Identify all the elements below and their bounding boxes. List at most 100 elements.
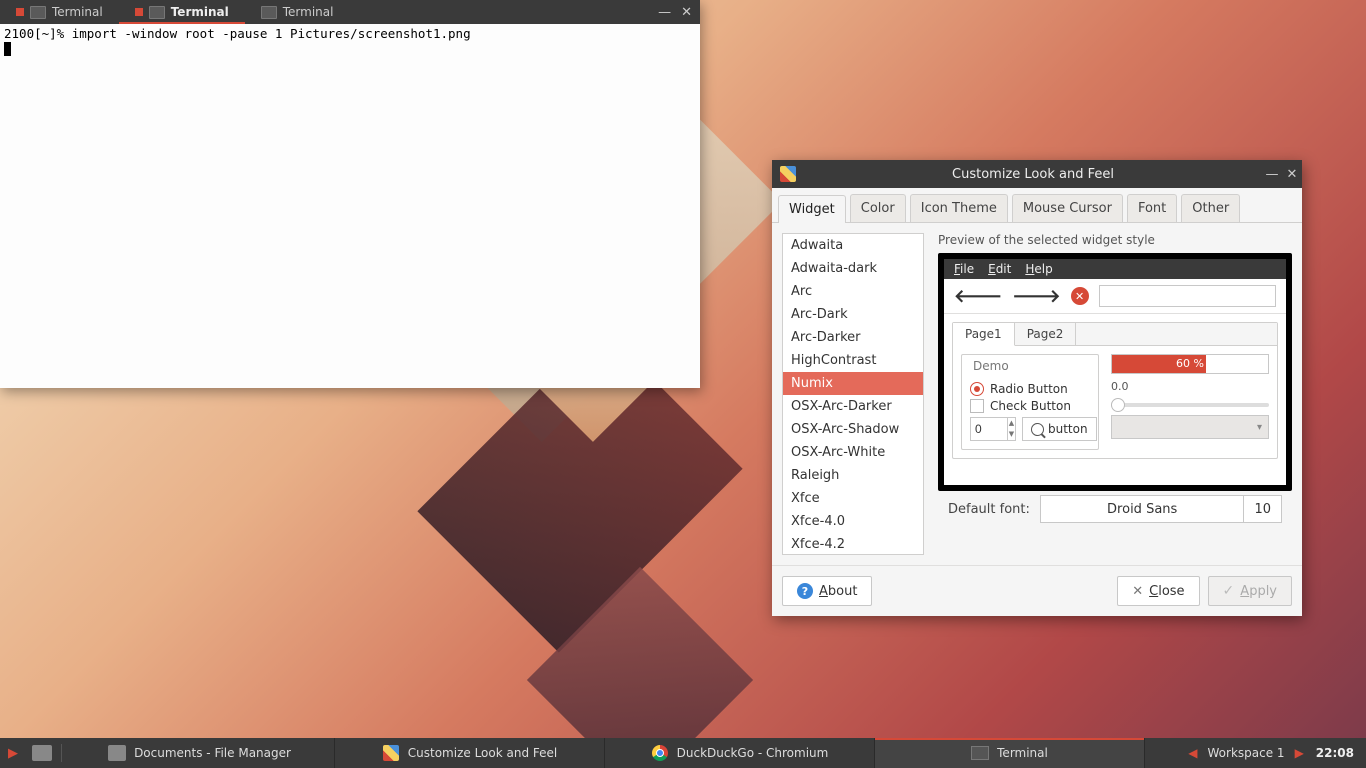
- theme-item[interactable]: OSX-Arc-Shadow: [783, 418, 923, 441]
- menu-file[interactable]: File: [954, 262, 974, 276]
- lx-tab-icon-theme[interactable]: Icon Theme: [910, 194, 1008, 222]
- menu-help[interactable]: Help: [1025, 262, 1052, 276]
- slider-thumb-icon[interactable]: [1111, 398, 1125, 412]
- taskbar-task[interactable]: Customize Look and Feel: [335, 738, 605, 768]
- terminal-window: Terminal Terminal Terminal — ✕ 2100[~]% …: [0, 0, 700, 388]
- terminal-tab[interactable]: Terminal: [0, 0, 119, 24]
- cursor-icon: [4, 42, 11, 56]
- taskbar-task[interactable]: Documents - File Manager: [65, 738, 335, 768]
- lx-tab-font[interactable]: Font: [1127, 194, 1177, 222]
- lxappearance-icon: [382, 744, 400, 762]
- theme-item[interactable]: Xfce-4.0: [783, 510, 923, 533]
- theme-item[interactable]: Arc: [783, 280, 923, 303]
- check-label: Check Button: [990, 399, 1071, 413]
- clock[interactable]: 22:08: [1304, 746, 1366, 760]
- notebook-tab[interactable]: Page1: [953, 323, 1015, 346]
- about-button[interactable]: ? About: [782, 576, 872, 606]
- minimize-button[interactable]: —: [658, 5, 671, 20]
- theme-list[interactable]: AdwaitaAdwaita-darkArcArc-DarkArc-Darker…: [782, 233, 924, 555]
- font-chooser-button[interactable]: Droid Sans 10: [1040, 495, 1282, 523]
- file-manager-launcher-icon[interactable]: [32, 745, 52, 761]
- menu-edit[interactable]: Edit: [988, 262, 1011, 276]
- task-label: Terminal: [997, 746, 1048, 760]
- font-name: Droid Sans: [1041, 502, 1244, 517]
- scale-slider[interactable]: [1111, 403, 1269, 407]
- terminal-body[interactable]: 2100[~]% import -window root -pause 1 Pi…: [0, 24, 700, 388]
- window-title: Customize Look and Feel: [804, 167, 1262, 182]
- lx-tab-widget[interactable]: Widget: [778, 195, 846, 223]
- radio-label: Radio Button: [990, 382, 1068, 396]
- tab-label: Terminal: [283, 5, 334, 19]
- close-button[interactable]: ✕: [681, 5, 692, 20]
- apply-button: ✓ Apply: [1208, 576, 1292, 606]
- theme-item[interactable]: Adwaita-dark: [783, 257, 923, 280]
- preview-menubar: File Edit Help: [944, 259, 1286, 279]
- forward-icon[interactable]: 🡒: [1012, 286, 1060, 307]
- demo-frame: Demo Radio Button Check Button: [961, 354, 1099, 450]
- spin-up-icon[interactable]: ▲: [1008, 418, 1015, 429]
- stop-icon[interactable]: ✕: [1071, 287, 1089, 305]
- theme-item[interactable]: OSX-Arc-Darker: [783, 395, 923, 418]
- lx-tab-other[interactable]: Other: [1181, 194, 1240, 222]
- close-button[interactable]: ✕: [1282, 167, 1302, 182]
- theme-item[interactable]: Arc-Dark: [783, 303, 923, 326]
- preview-notebook: Page1 Page2 Demo Radio Button: [952, 322, 1278, 459]
- taskbar: ▶ Documents - File Manager Customize Look…: [0, 738, 1366, 768]
- taskbar-task[interactable]: DuckDuckGo - Chromium: [605, 738, 875, 768]
- lx-titlebar[interactable]: Customize Look and Feel — ✕: [772, 160, 1302, 188]
- workspace-prev-icon[interactable]: ◀: [1188, 746, 1197, 760]
- theme-item[interactable]: Arc-Darker: [783, 326, 923, 349]
- theme-item[interactable]: Numix: [783, 372, 923, 395]
- demo-button[interactable]: button: [1022, 417, 1097, 441]
- address-input[interactable]: [1099, 285, 1276, 307]
- spin-down-icon[interactable]: ▼: [1008, 429, 1015, 440]
- help-icon: ?: [797, 583, 813, 599]
- theme-item[interactable]: Raleigh: [783, 464, 923, 487]
- search-icon: [1031, 423, 1044, 436]
- close-label: Close: [1149, 584, 1184, 599]
- theme-item[interactable]: Adwaita: [783, 234, 923, 257]
- close-button[interactable]: ✕ Close: [1117, 576, 1199, 606]
- close-icon: ✕: [1132, 584, 1143, 599]
- lx-tab-color[interactable]: Color: [850, 194, 906, 222]
- about-label: About: [819, 584, 857, 599]
- radio-icon: [970, 382, 984, 396]
- workspace-label: Workspace 1: [1208, 746, 1285, 760]
- terminal-icon: [261, 6, 277, 19]
- terminal-tab-active[interactable]: Terminal: [119, 0, 245, 24]
- lx-tabbar: WidgetColorIcon ThemeMouse CursorFontOth…: [772, 188, 1302, 223]
- theme-item[interactable]: Xfce: [783, 487, 923, 510]
- combo-box[interactable]: ▾: [1111, 415, 1269, 439]
- lxappearance-window: Customize Look and Feel — ✕ WidgetColorI…: [772, 160, 1302, 616]
- back-icon[interactable]: 🡐: [954, 286, 1002, 307]
- radio-button[interactable]: Radio Button: [970, 382, 1090, 396]
- terminal-icon: [149, 6, 165, 19]
- terminal-tab[interactable]: Terminal: [245, 0, 350, 24]
- progress-bar: 60 %: [1111, 354, 1269, 374]
- chromium-icon: [651, 744, 669, 762]
- scale-value: 0.0: [1111, 380, 1269, 393]
- lx-footer: ? About ✕ Close ✓ Apply: [772, 565, 1302, 616]
- check-button[interactable]: Check Button: [970, 399, 1090, 413]
- lx-tab-mouse-cursor[interactable]: Mouse Cursor: [1012, 194, 1123, 222]
- theme-item[interactable]: HighContrast: [783, 349, 923, 372]
- taskbar-task[interactable]: Terminal: [875, 738, 1145, 768]
- terminal-titlebar[interactable]: Terminal Terminal Terminal — ✕: [0, 0, 700, 24]
- lxappearance-icon: [780, 166, 796, 182]
- folder-icon: [108, 744, 126, 762]
- preview-box: File Edit Help 🡐 🡒 ✕ Page1 Page2: [938, 253, 1292, 491]
- task-label: Customize Look and Feel: [408, 746, 557, 760]
- launcher-button[interactable]: ▶: [0, 738, 26, 768]
- notebook-tab[interactable]: Page2: [1015, 323, 1077, 345]
- font-size: 10: [1243, 496, 1281, 522]
- tab-label: Terminal: [52, 5, 103, 19]
- tab-marker-icon: [135, 8, 143, 16]
- demo-frame-label: Demo: [970, 359, 1012, 373]
- minimize-button[interactable]: —: [1262, 167, 1282, 182]
- theme-item[interactable]: OSX-Arc-White: [783, 441, 923, 464]
- theme-item[interactable]: Xfce-4.2: [783, 533, 923, 555]
- spin-button[interactable]: ▲ ▼: [970, 417, 1016, 441]
- workspace-next-icon[interactable]: ▶: [1295, 746, 1304, 760]
- spin-input[interactable]: [971, 418, 1007, 440]
- workspace-indicator[interactable]: Workspace 1: [1198, 746, 1295, 760]
